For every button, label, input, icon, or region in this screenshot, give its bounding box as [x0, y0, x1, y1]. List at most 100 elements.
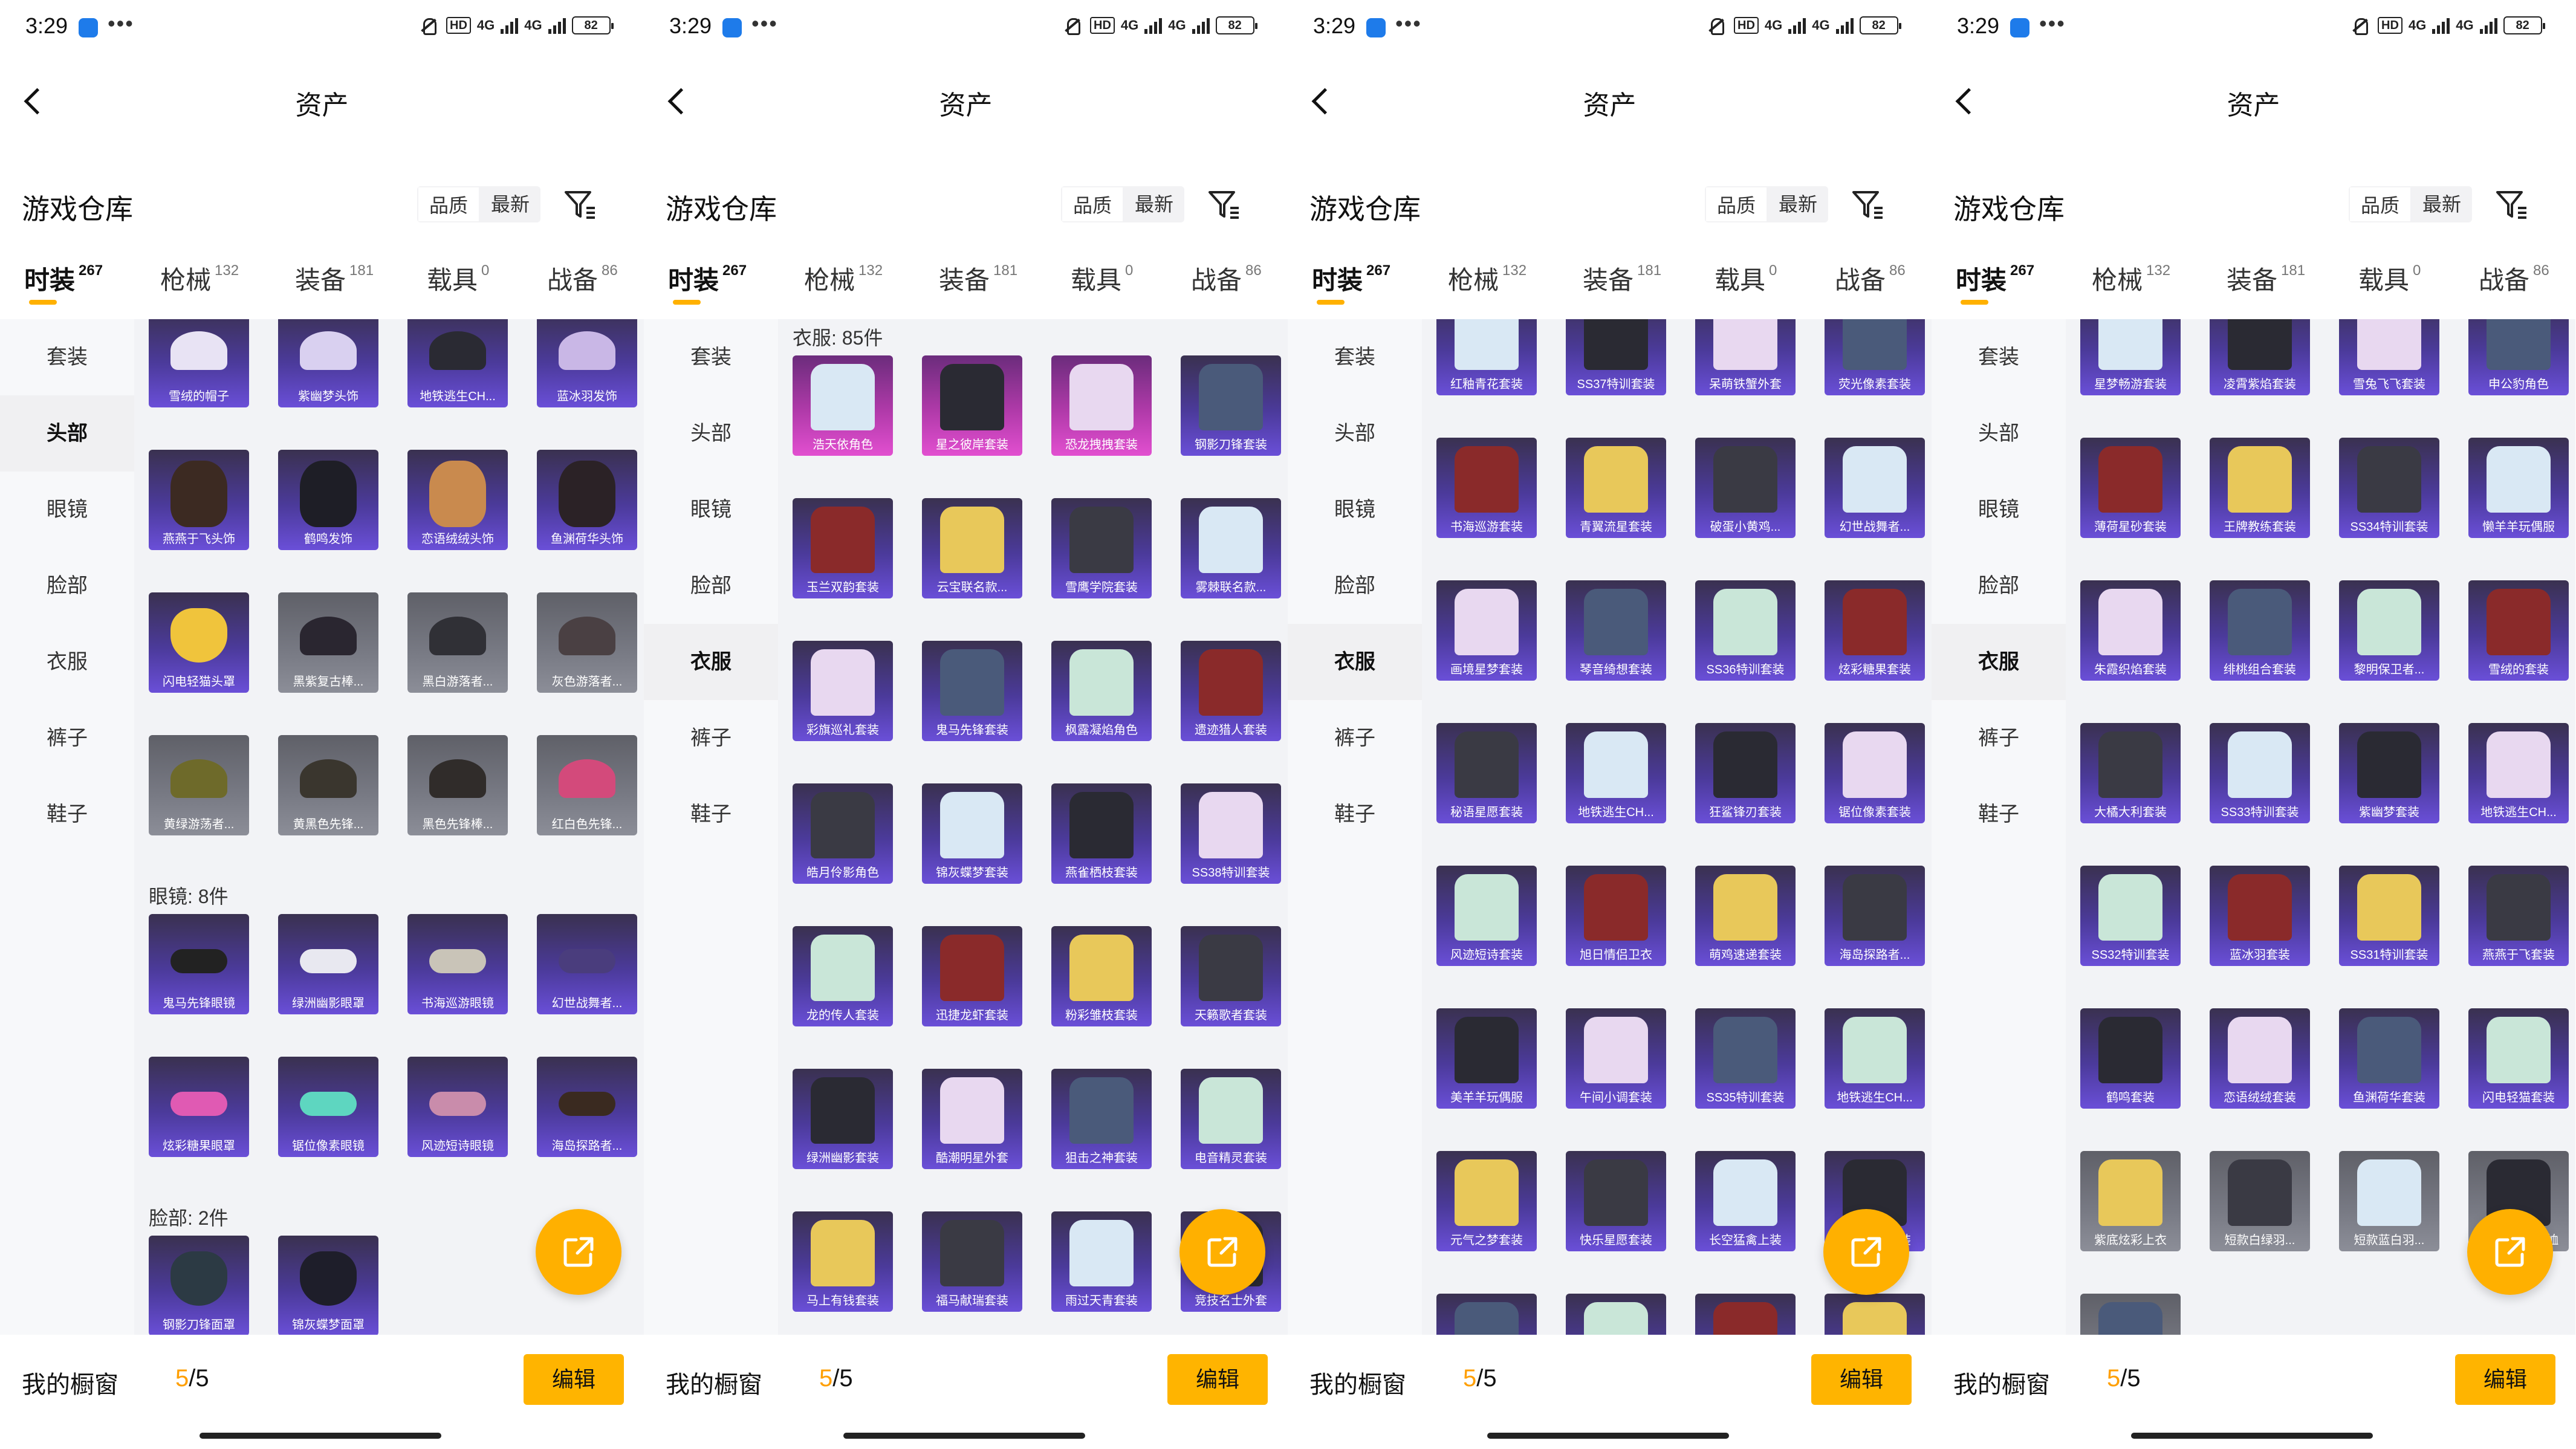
home-indicator[interactable] — [1487, 1433, 1729, 1439]
inventory-item[interactable]: 红釉青花套装 — [1436, 319, 1537, 395]
inventory-item[interactable]: SS37特训套装 — [1566, 319, 1666, 395]
edit-button[interactable]: 编辑 — [1811, 1354, 1912, 1405]
inventory-item[interactable]: 长空猛禽上装 — [1695, 1151, 1796, 1251]
sidebar-item-2[interactable]: 眼镜 — [0, 472, 134, 548]
share-export-button[interactable] — [536, 1209, 621, 1295]
inventory-item[interactable]: 破蛋小黄鸡... — [1695, 438, 1796, 538]
inventory-item[interactable]: 懒羊羊玩偶服 — [2468, 438, 2569, 538]
inventory-item[interactable]: SS31特训套装 — [2339, 866, 2439, 966]
inventory-item[interactable]: 地铁逃生CH... — [2468, 723, 2569, 823]
sidebar-item-2[interactable]: 眼镜 — [1288, 472, 1422, 548]
sidebar-item-3[interactable]: 脸部 — [1932, 548, 2066, 624]
sidebar-item-6[interactable]: 鞋子 — [1288, 776, 1422, 852]
inventory-item[interactable]: 云宝联名款... — [922, 498, 1022, 598]
inventory-item[interactable]: 鬼马先锋套装 — [922, 641, 1022, 741]
inventory-item[interactable]: 电音精灵套装 — [1181, 1069, 1281, 1169]
inventory-item[interactable]: 恐龙拽拽套装 — [1051, 355, 1152, 456]
inventory-item[interactable]: 书海巡游套装 — [1436, 438, 1537, 538]
inventory-item[interactable]: 雪绒的帽子 — [149, 319, 249, 407]
tab-3[interactable]: 载具 0 — [1715, 260, 1777, 297]
inventory-item[interactable]: 元气之梦套装 — [1436, 1151, 1537, 1251]
tab-2[interactable]: 装备 181 — [295, 260, 374, 297]
inventory-item[interactable]: 恋语绒绒头饰 — [407, 450, 508, 550]
inventory-item[interactable]: 地铁逃生CH... — [1566, 723, 1666, 823]
inventory-item[interactable]: 青翼流星套装 — [1566, 438, 1666, 538]
sidebar-item-0[interactable]: 套装 — [1932, 319, 2066, 395]
inventory-item[interactable]: 黎明保卫者... — [2339, 580, 2439, 681]
inventory-item[interactable]: 地铁逃生CH... — [1825, 1008, 1925, 1109]
inventory-item[interactable]: SS38特训套装 — [1181, 783, 1281, 884]
inventory-item[interactable]: 紫幽梦套装 — [2339, 723, 2439, 823]
sidebar-item-2[interactable]: 眼镜 — [644, 472, 778, 548]
inventory-item[interactable]: 炫彩糖果眼罩 — [149, 1057, 249, 1157]
inventory-item[interactable]: 午间小调套装 — [1566, 1008, 1666, 1109]
inventory-item[interactable]: 酷潮明星外套 — [922, 1069, 1022, 1169]
inventory-item[interactable]: 浩天依角色 — [793, 355, 893, 456]
sidebar-item-0[interactable]: 套装 — [1288, 319, 1422, 395]
share-export-button[interactable] — [1823, 1209, 1909, 1295]
inventory-item[interactable]: 皓月伶影角色 — [793, 783, 893, 884]
sidebar-item-1[interactable]: 头部 — [1932, 395, 2066, 472]
tab-1[interactable]: 枪械 132 — [2092, 260, 2170, 297]
inventory-item[interactable]: 星之彼岸套装 — [922, 355, 1022, 456]
inventory-item[interactable]: 雾棘联名款... — [1181, 498, 1281, 598]
inventory-item[interactable]: 海岛探路者... — [537, 1057, 637, 1157]
tab-3[interactable]: 载具 0 — [1071, 260, 1133, 297]
inventory-item[interactable]: 彩旗巡礼套装 — [793, 641, 893, 741]
share-export-button[interactable] — [1179, 1209, 1265, 1295]
tab-4[interactable]: 战备 86 — [547, 260, 618, 297]
inventory-item[interactable]: 玉兰双韵套装 — [793, 498, 893, 598]
inventory-item[interactable]: 书海巡游眼镜 — [407, 914, 508, 1014]
inventory-item[interactable]: 蓝冰羽套装 — [2210, 866, 2310, 966]
inventory-item[interactable]: 闪电轻猫头罩 — [149, 592, 249, 693]
inventory-item[interactable]: 蓝冰羽发饰 — [537, 319, 637, 407]
inventory-item[interactable]: 绯桃组合套装 — [2210, 580, 2310, 681]
share-export-button[interactable] — [2467, 1209, 2553, 1295]
inventory-item[interactable]: 绿洲幽影套装 — [793, 1069, 893, 1169]
inventory-item[interactable]: 马上有钱套装 — [793, 1211, 893, 1312]
inventory-item[interactable]: 呆萌铁蟹外套 — [1695, 319, 1796, 395]
tab-4[interactable]: 战备 86 — [1835, 260, 1906, 297]
inventory-item[interactable]: 鹤鸣套装 — [2080, 1008, 2181, 1109]
inventory-item[interactable]: 鹤鸣发饰 — [278, 450, 378, 550]
inventory-item[interactable]: 鱼渊荷华套装 — [2339, 1008, 2439, 1109]
inventory-item[interactable]: 锦灰蝶梦面罩 — [278, 1236, 378, 1335]
inventory-item[interactable]: 福马献瑞套装 — [922, 1211, 1022, 1312]
inventory-item[interactable]: 绿洲幽影眼罩 — [278, 914, 378, 1014]
inventory-item[interactable]: 黑色先锋棒... — [407, 735, 508, 835]
inventory-item[interactable] — [1566, 1294, 1666, 1335]
inventory-item[interactable]: 幻世战舞者... — [537, 914, 637, 1014]
edit-button[interactable]: 编辑 — [524, 1354, 624, 1405]
inventory-item[interactable]: 地铁逃生CH... — [407, 319, 508, 407]
filter-icon[interactable] — [1206, 186, 1242, 222]
inventory-item[interactable]: 琴音绮想套装 — [1566, 580, 1666, 681]
inventory-item[interactable]: 紫底炫彩上衣 — [2080, 1151, 2181, 1251]
inventory-item[interactable]: 王牌教练套装 — [2210, 438, 2310, 538]
inventory-item[interactable]: 锯位像素套装 — [1825, 723, 1925, 823]
inventory-item[interactable]: 申公豹角色 — [2468, 319, 2569, 395]
inventory-item[interactable]: 短款白绿羽... — [2210, 1151, 2310, 1251]
inventory-item[interactable]: 灰色游落者... — [537, 592, 637, 693]
inventory-item[interactable]: 鱼渊荷华头饰 — [537, 450, 637, 550]
inventory-item[interactable]: SS36特训套装 — [1695, 580, 1796, 681]
inventory-item[interactable]: 钢影刀锋面罩 — [149, 1236, 249, 1335]
tab-2[interactable]: 装备 181 — [2227, 260, 2305, 297]
sidebar-item-2[interactable]: 眼镜 — [1932, 472, 2066, 548]
sidebar-item-0[interactable]: 套装 — [644, 319, 778, 395]
tab-2[interactable]: 装备 181 — [1583, 260, 1661, 297]
sidebar-item-4[interactable]: 衣服 — [644, 624, 778, 700]
inventory-item[interactable]: 锯位像素眼镜 — [278, 1057, 378, 1157]
sidebar-item-5[interactable]: 裤子 — [1288, 700, 1422, 776]
sort-by-newest-button[interactable]: 最新 — [2412, 186, 2472, 222]
inventory-item[interactable]: 旭日情侣卫衣 — [1566, 866, 1666, 966]
inventory-item[interactable]: 闪电轻猫套装 — [2468, 1008, 2569, 1109]
inventory-item[interactable]: 美羊羊玩偶服 — [1436, 1008, 1537, 1109]
home-indicator[interactable] — [2131, 1433, 2373, 1439]
inventory-item[interactable]: 秘语星愿套装 — [1436, 723, 1537, 823]
sort-by-newest-button[interactable]: 最新 — [1124, 186, 1184, 222]
sidebar-item-6[interactable]: 鞋子 — [1932, 776, 2066, 852]
tab-4[interactable]: 战备 86 — [1191, 260, 1262, 297]
inventory-item[interactable]: SS35特训套装 — [1695, 1008, 1796, 1109]
tab-3[interactable]: 载具 0 — [2358, 260, 2421, 297]
inventory-item[interactable] — [1436, 1294, 1537, 1335]
